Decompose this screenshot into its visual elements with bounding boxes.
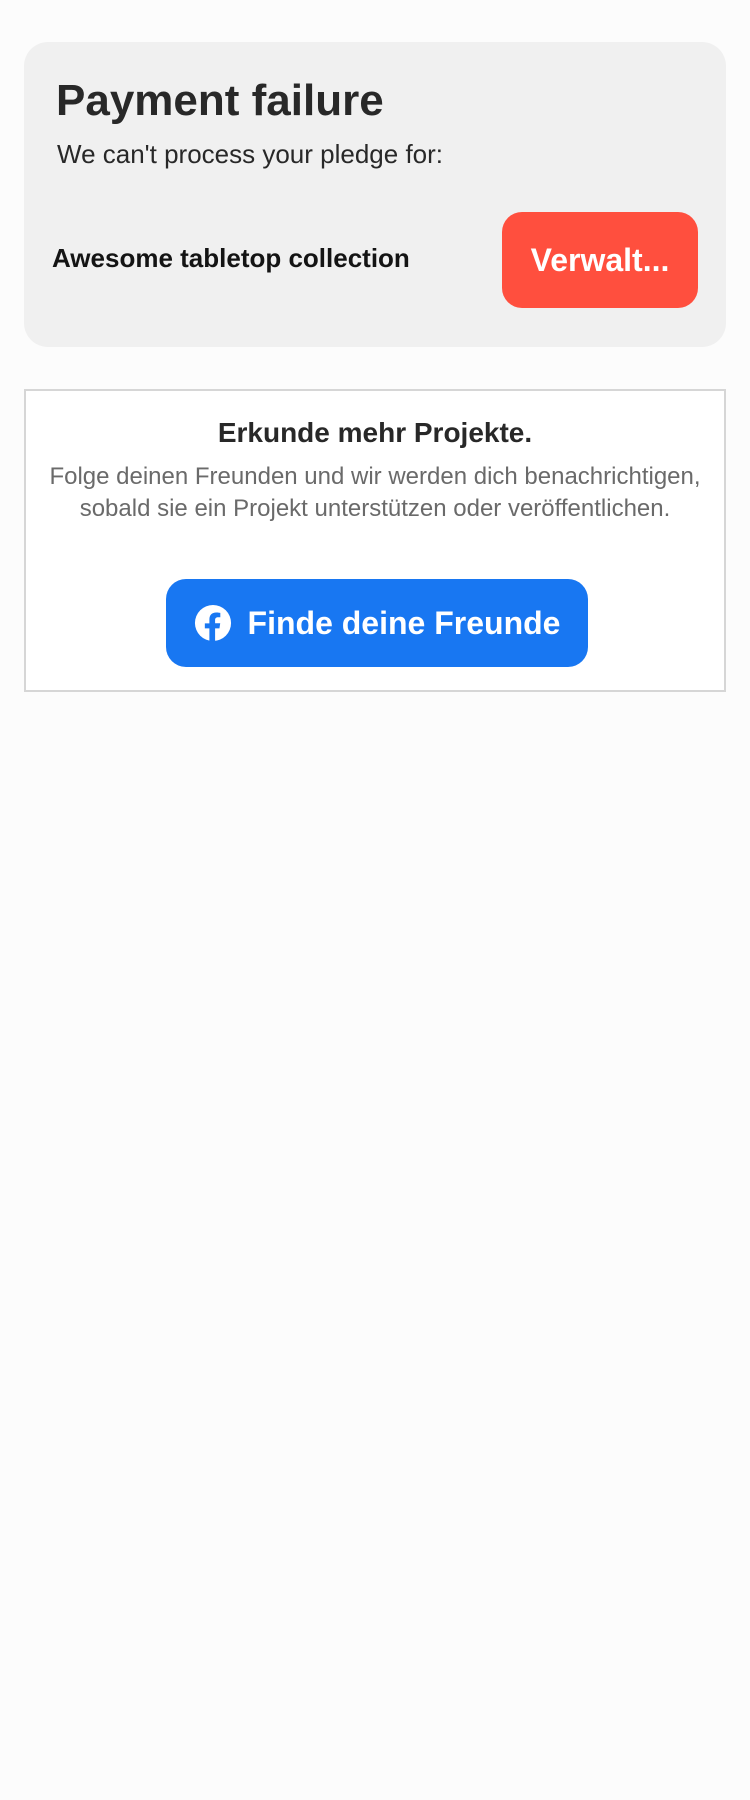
find-friends-button[interactable]: Finde deine Freunde	[166, 579, 588, 667]
explore-description: Folge deinen Freunden und wir werden dic…	[49, 463, 701, 522]
manage-pledge-button[interactable]: Verwalt...	[502, 212, 698, 308]
facebook-icon	[194, 604, 232, 642]
explore-heading: Erkunde mehr Projekte.	[217, 417, 533, 448]
project-name: Awesome tabletop collection	[52, 243, 410, 273]
payment-failure-subtitle: We can't process your pledge for:	[57, 139, 444, 169]
explore-projects-card: Erkunde mehr Projekte. Folge deinen Freu…	[24, 389, 726, 692]
find-friends-label: Finde deine Freunde	[247, 604, 561, 641]
payment-failure-title: Payment failure	[56, 76, 384, 125]
payment-failure-card: Payment failure We can't process your pl…	[24, 42, 726, 347]
